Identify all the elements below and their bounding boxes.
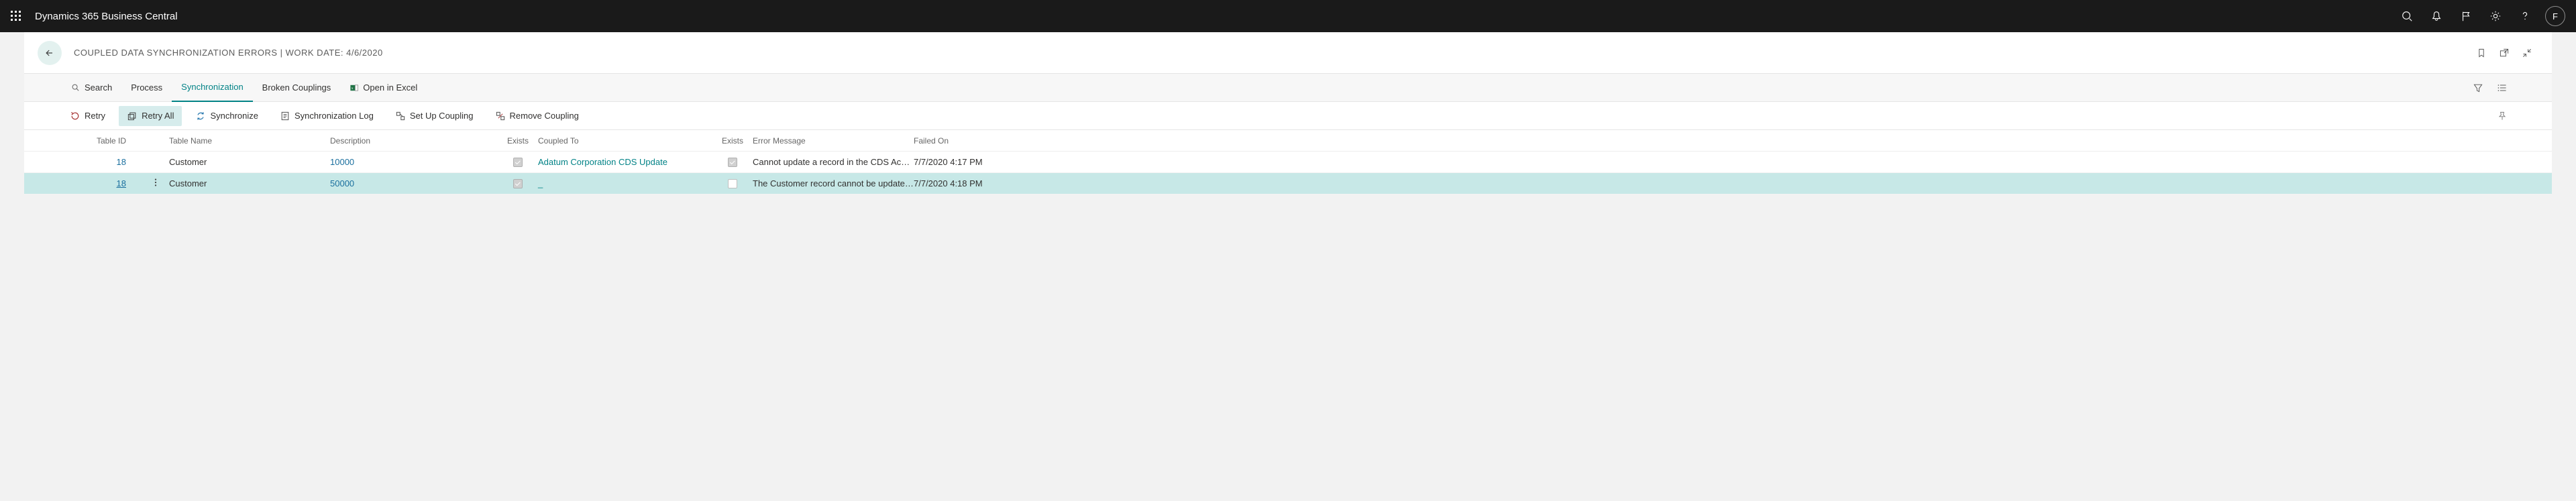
col-header-exists1[interactable]: Exists xyxy=(498,136,538,146)
cell-exists2-checkbox xyxy=(728,179,737,188)
list-view-icon[interactable] xyxy=(2490,76,2514,100)
action-retry-label: Retry xyxy=(85,111,105,121)
action-set-up-coupling[interactable]: Set Up Coupling xyxy=(387,106,482,126)
settings-icon[interactable] xyxy=(2481,0,2510,32)
cell-coupled-to-link[interactable]: _ xyxy=(538,178,543,188)
cell-coupled-to-link[interactable]: Adatum Corporation CDS Update xyxy=(538,157,667,167)
col-header-coupled-to[interactable]: Coupled To xyxy=(538,136,712,146)
data-table: Table ID Table Name Description Exists C… xyxy=(24,130,2552,194)
notifications-icon[interactable] xyxy=(2422,0,2451,32)
page-title-row: COUPLED DATA SYNCHRONIZATION ERRORS | WO… xyxy=(24,32,2552,74)
page-title: COUPLED DATA SYNCHRONIZATION ERRORS | WO… xyxy=(74,48,383,58)
pin-icon[interactable] xyxy=(2490,104,2514,128)
tab-search-label: Search xyxy=(85,82,112,93)
cell-exists2-checkbox xyxy=(728,158,737,167)
cell-description-link[interactable]: 10000 xyxy=(330,157,354,167)
top-app-bar: Dynamics 365 Business Central F xyxy=(0,0,2576,32)
cell-exists1-checkbox xyxy=(513,158,523,167)
flag-icon[interactable] xyxy=(2451,0,2481,32)
action-retry-all[interactable]: Retry All xyxy=(119,106,182,126)
col-header-failed-on[interactable]: Failed On xyxy=(914,136,1021,146)
app-title: Dynamics 365 Business Central xyxy=(35,11,178,22)
col-header-exists2[interactable]: Exists xyxy=(712,136,753,146)
cell-failed-on: 7/7/2020 4:18 PM xyxy=(914,178,1021,188)
cell-error-message: The Customer record cannot be updated be… xyxy=(753,178,914,188)
tab-synchronization-label: Synchronization xyxy=(181,82,244,92)
cell-table-name: Customer xyxy=(169,157,330,167)
collapse-icon[interactable] xyxy=(2516,42,2538,64)
user-avatar[interactable]: F xyxy=(2545,6,2565,26)
svg-text:x: x xyxy=(352,87,354,91)
table-row[interactable]: 18 Customer10000 Adatum Corporation CDS Up… xyxy=(24,152,2552,173)
action-sync-log-label: Synchronization Log xyxy=(294,111,374,121)
cell-table-id-link[interactable]: 18 xyxy=(117,157,126,167)
action-retry[interactable]: Retry xyxy=(62,106,113,126)
tab-broken-couplings-label: Broken Couplings xyxy=(262,82,331,93)
col-header-table-id[interactable]: Table ID xyxy=(62,136,142,146)
tab-process[interactable]: Process xyxy=(121,74,172,101)
action-synchronize[interactable]: Synchronize xyxy=(187,106,266,126)
cell-description-link[interactable]: 50000 xyxy=(330,178,354,188)
cell-error-message: Cannot update a record in the CDS Accoun… xyxy=(753,157,914,167)
cell-exists1-checkbox xyxy=(513,179,523,188)
col-header-table-name[interactable]: Table Name xyxy=(169,136,330,146)
row-menu-icon[interactable] xyxy=(151,178,160,189)
filter-icon[interactable] xyxy=(2466,76,2490,100)
cell-failed-on: 7/7/2020 4:17 PM xyxy=(914,157,1021,167)
help-icon[interactable] xyxy=(2510,0,2540,32)
col-header-error-message[interactable]: Error Message xyxy=(753,136,914,146)
tabs-row: Search Process Synchronization Broken Co… xyxy=(24,74,2552,102)
table-row[interactable]: 18 Customer50000 _ The Customer record cann… xyxy=(24,173,2552,194)
action-synchronize-label: Synchronize xyxy=(210,111,258,121)
cell-table-id-link[interactable]: 18 xyxy=(117,178,126,188)
action-remove-coupling-label: Remove Coupling xyxy=(510,111,579,121)
global-search-icon[interactable] xyxy=(2392,0,2422,32)
tab-synchronization[interactable]: Synchronization xyxy=(172,74,253,102)
actions-row: Retry Retry All Synchronize Synchronizat… xyxy=(24,102,2552,130)
tab-search[interactable]: Search xyxy=(62,74,121,101)
action-set-up-coupling-label: Set Up Coupling xyxy=(410,111,474,121)
tab-open-in-excel[interactable]: x Open in Excel xyxy=(340,74,427,101)
app-launcher-icon[interactable] xyxy=(5,5,27,27)
tab-broken-couplings[interactable]: Broken Couplings xyxy=(253,74,341,101)
action-remove-coupling[interactable]: Remove Coupling xyxy=(487,106,587,126)
avatar-initial: F xyxy=(2553,11,2558,21)
action-sync-log[interactable]: Synchronization Log xyxy=(272,106,382,126)
back-button[interactable] xyxy=(38,41,62,65)
table-header-row: Table ID Table Name Description Exists C… xyxy=(24,130,2552,152)
cell-table-name: Customer xyxy=(169,178,330,188)
popout-icon[interactable] xyxy=(2493,42,2516,64)
tab-open-in-excel-label: Open in Excel xyxy=(363,82,417,93)
col-header-description[interactable]: Description xyxy=(330,136,498,146)
tab-process-label: Process xyxy=(131,82,162,93)
bookmark-icon[interactable] xyxy=(2470,42,2493,64)
action-retry-all-label: Retry All xyxy=(142,111,174,121)
